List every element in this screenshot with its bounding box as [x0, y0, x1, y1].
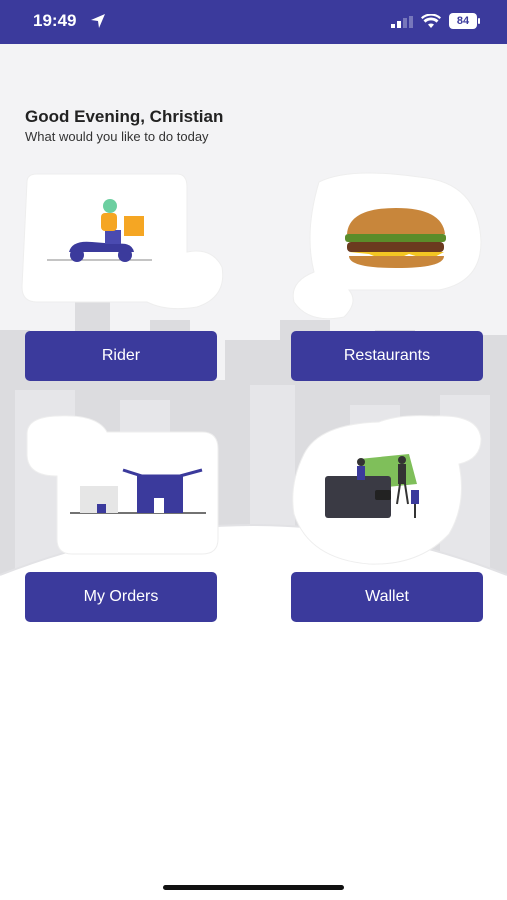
burger-icon	[345, 208, 446, 268]
status-time: 19:49	[33, 11, 77, 30]
my-orders-card[interactable]	[22, 414, 222, 559]
rider-card[interactable]	[17, 172, 227, 312]
wallet-card[interactable]	[289, 414, 485, 568]
status-bar: 19:49 84	[0, 0, 507, 44]
location-arrow-icon	[91, 14, 105, 28]
restaurants-card[interactable]	[289, 172, 485, 324]
wifi-icon	[421, 14, 441, 28]
my-orders-button[interactable]: My Orders	[25, 572, 217, 622]
battery-indicator: 84	[449, 13, 480, 29]
cellular-signal-icon	[391, 16, 413, 28]
greeting-title: Good Evening, Christian	[25, 107, 224, 126]
greeting-subtitle: What would you like to do today	[25, 129, 209, 144]
restaurants-button[interactable]: Restaurants	[291, 331, 483, 381]
wallet-button[interactable]: Wallet	[291, 572, 483, 622]
home-indicator[interactable]	[163, 885, 344, 890]
rider-button[interactable]: Rider	[25, 331, 217, 381]
